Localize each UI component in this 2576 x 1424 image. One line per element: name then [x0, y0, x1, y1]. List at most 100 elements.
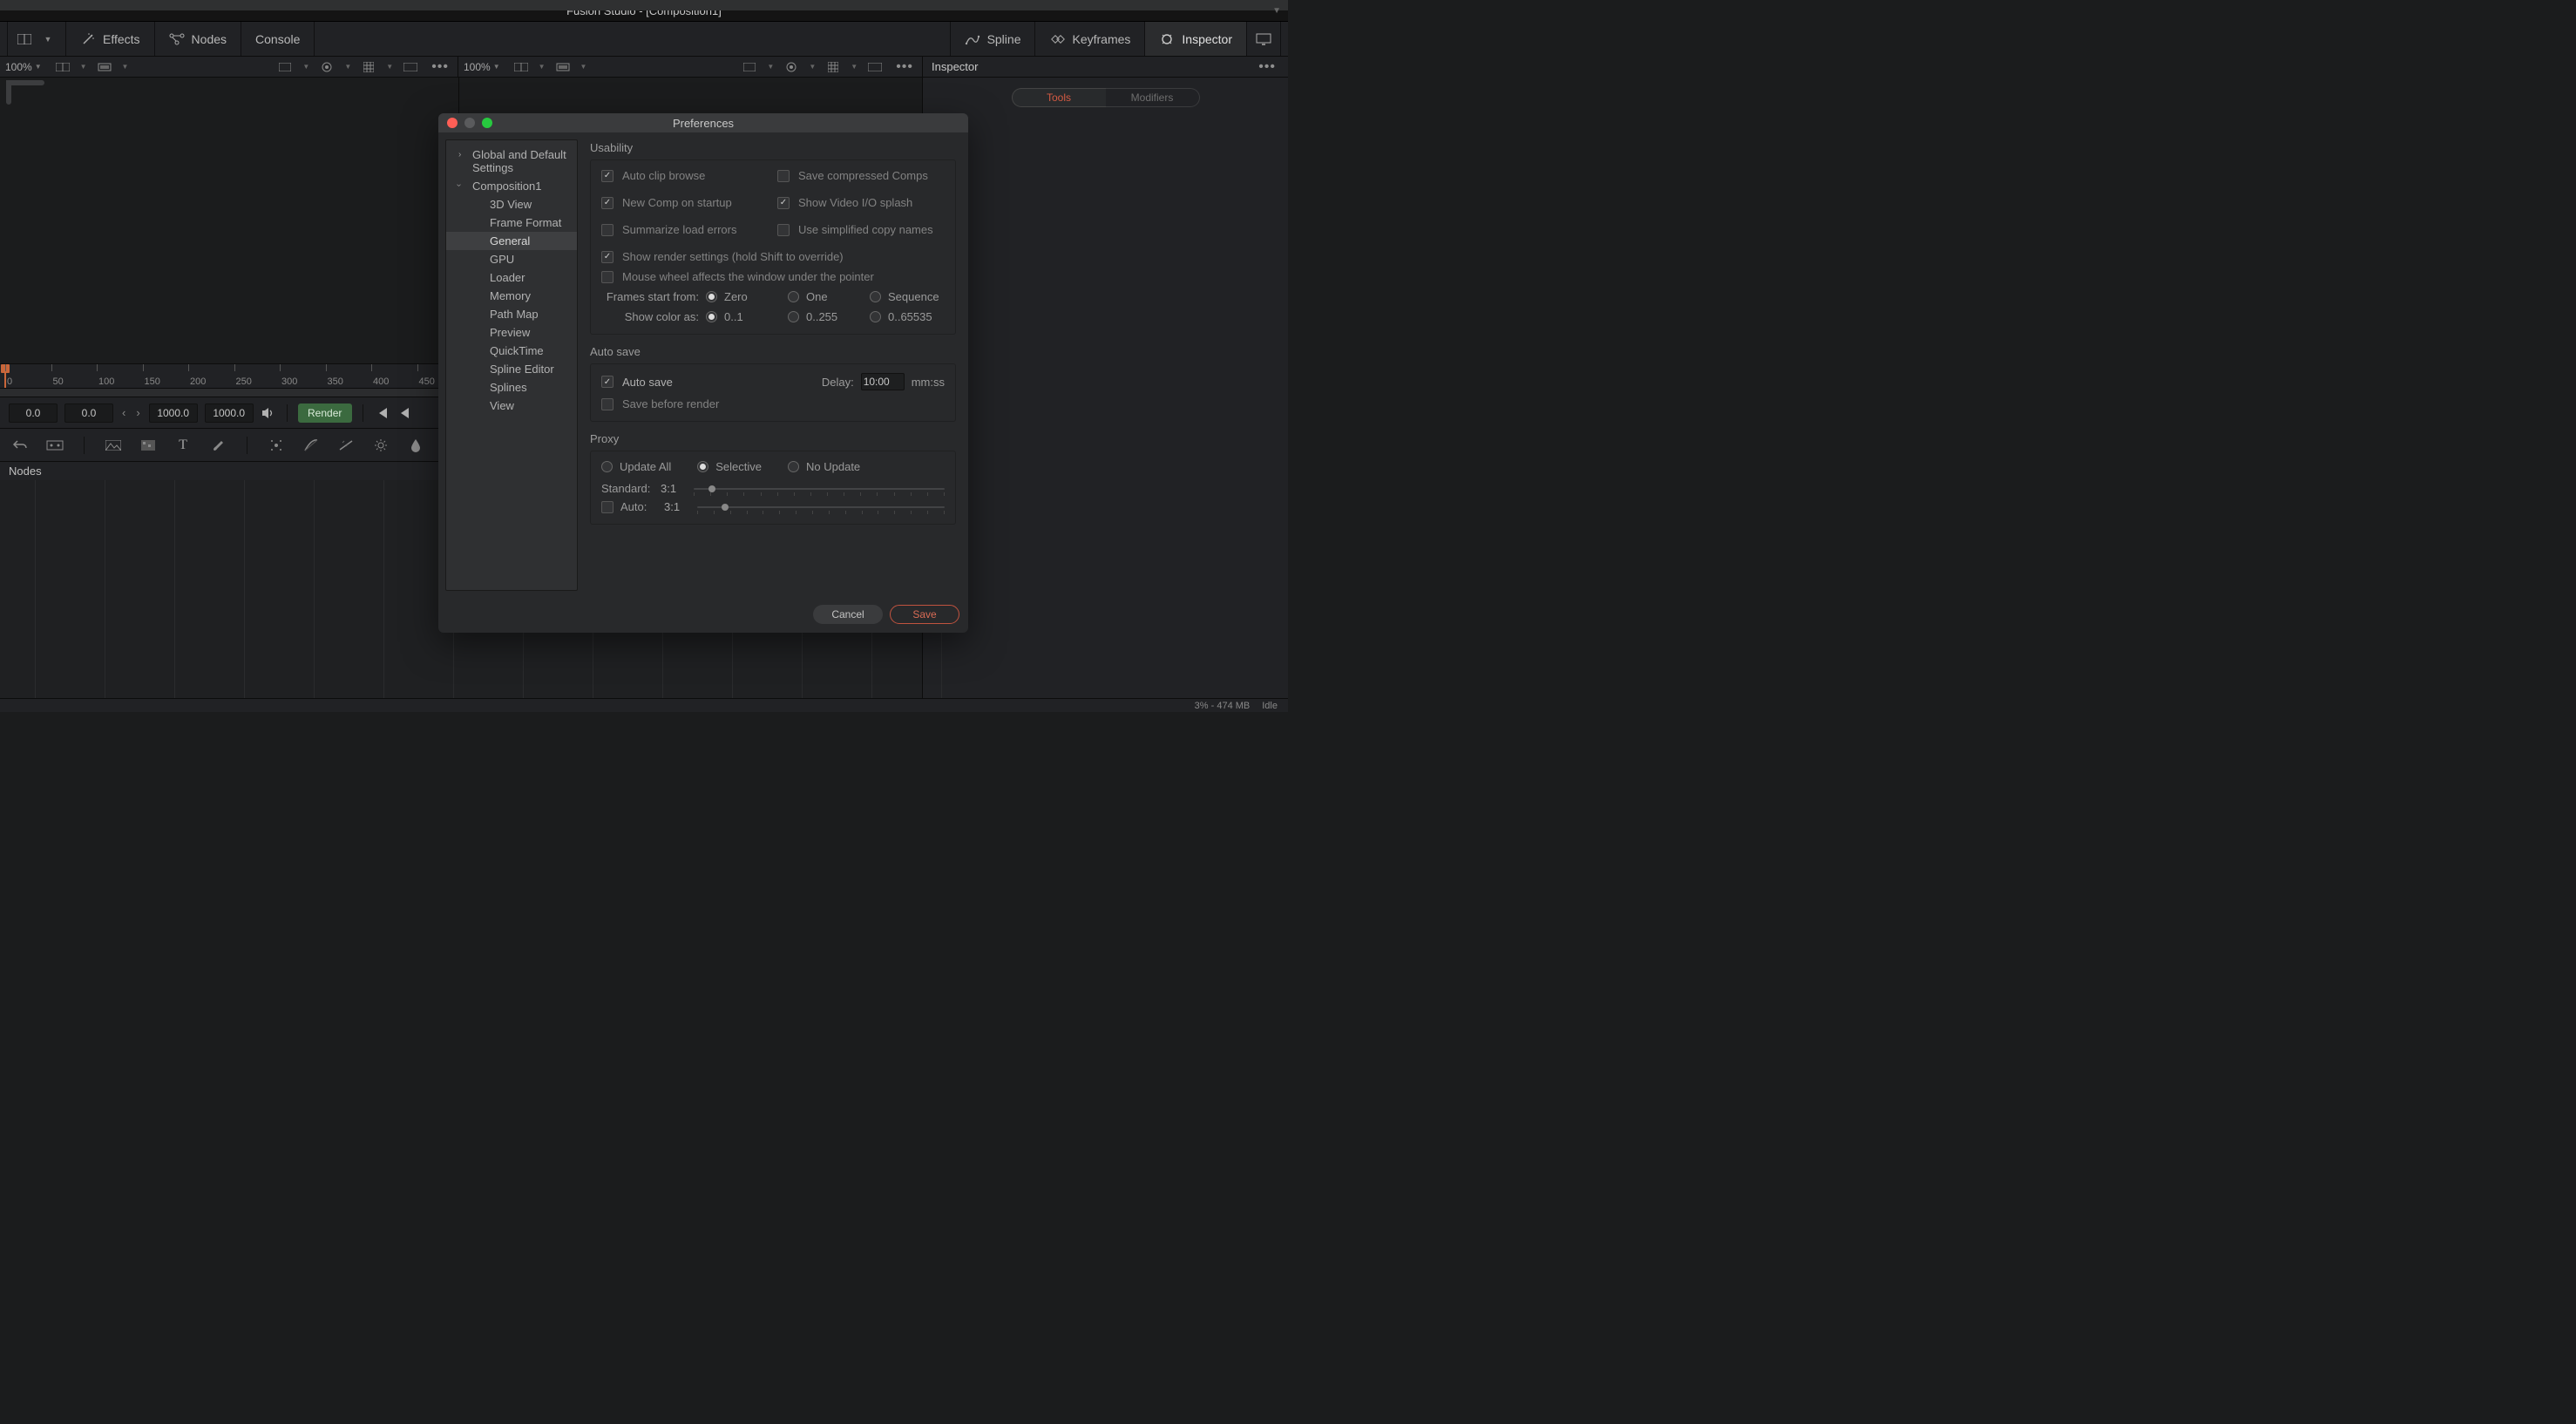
- chk-save-before-render[interactable]: [601, 398, 613, 410]
- go-to-start-icon[interactable]: [374, 405, 390, 421]
- radio-c1[interactable]: [788, 311, 799, 322]
- radio-one[interactable]: [788, 291, 799, 302]
- chevron-down-icon[interactable]: ▼: [851, 63, 858, 71]
- chevron-down-icon[interactable]: ▼: [302, 63, 309, 71]
- next-key-icon[interactable]: ›: [134, 406, 141, 419]
- chevron-down-icon[interactable]: ▼: [344, 63, 351, 71]
- zoom-right[interactable]: 100%▼: [458, 61, 505, 73]
- more-icon[interactable]: •••: [892, 59, 917, 75]
- tree-item-spline-editor[interactable]: Spline Editor: [446, 360, 577, 378]
- chk-summarize[interactable]: [601, 224, 613, 236]
- modifiers-tab[interactable]: Modifiers: [1106, 88, 1200, 107]
- nodes-tab[interactable]: Nodes: [155, 22, 241, 56]
- tree-item-quicktime[interactable]: QuickTime: [446, 342, 577, 360]
- tree-item-memory[interactable]: Memory: [446, 287, 577, 305]
- chk-new-comp[interactable]: [601, 197, 613, 209]
- blur-icon[interactable]: [336, 436, 356, 455]
- overlay-icon[interactable]: [96, 60, 113, 74]
- chk-show-render[interactable]: [601, 251, 613, 263]
- text-icon[interactable]: T: [173, 436, 193, 455]
- channel-icon[interactable]: [741, 60, 758, 74]
- more-icon[interactable]: •••: [1255, 59, 1279, 75]
- grid-icon[interactable]: [360, 60, 377, 74]
- save-button[interactable]: Save: [890, 605, 959, 624]
- auto-slider[interactable]: [697, 506, 945, 508]
- field-current-out[interactable]: 1000.0: [149, 403, 198, 423]
- chk-auto-clip[interactable]: [601, 170, 613, 182]
- radio-selective[interactable]: [697, 461, 708, 472]
- drop-icon[interactable]: [406, 436, 425, 455]
- standard-slider[interactable]: [694, 488, 945, 490]
- field-start[interactable]: 0.0: [9, 403, 58, 423]
- chevron-down-icon[interactable]: ▼: [809, 63, 816, 71]
- background-icon[interactable]: [104, 436, 123, 455]
- tree-item-path-map[interactable]: Path Map: [446, 305, 577, 323]
- tree-item-view[interactable]: View: [446, 397, 577, 415]
- prev-key-icon[interactable]: ‹: [120, 406, 127, 419]
- tree-item-3d-view[interactable]: 3D View: [446, 195, 577, 214]
- split-horizontal-icon[interactable]: [54, 60, 71, 74]
- field-end[interactable]: 1000.0: [205, 403, 254, 423]
- radio-no-update[interactable]: [788, 461, 799, 472]
- radio-c0[interactable]: [706, 311, 717, 322]
- chevron-down-icon[interactable]: ▼: [539, 63, 546, 71]
- chk-show-splash[interactable]: [777, 197, 790, 209]
- render-button[interactable]: Render: [298, 403, 352, 423]
- keyframes-tab[interactable]: Keyframes: [1035, 22, 1145, 56]
- grid-icon[interactable]: [824, 60, 842, 74]
- radio-c2[interactable]: [870, 311, 881, 322]
- tree-global[interactable]: ›Global and Default Settings: [446, 146, 577, 177]
- zoom-left[interactable]: 100%▼: [0, 61, 47, 73]
- undo-icon[interactable]: [10, 436, 30, 455]
- fastnoise-icon[interactable]: [139, 436, 158, 455]
- media-in-icon[interactable]: [45, 436, 64, 455]
- split-horizontal-icon[interactable]: [512, 60, 530, 74]
- dialog-title: Preferences: [438, 117, 968, 130]
- chevron-down-icon[interactable]: ▼: [80, 63, 87, 71]
- frame-icon[interactable]: [866, 60, 884, 74]
- field-current-in[interactable]: 0.0: [64, 403, 113, 423]
- chk-mouse-wheel[interactable]: [601, 271, 613, 283]
- chevron-down-icon[interactable]: ▼: [580, 63, 587, 71]
- tree-item-splines[interactable]: Splines: [446, 378, 577, 397]
- more-icon[interactable]: •••: [428, 59, 452, 75]
- chevron-down-icon[interactable]: ▼: [1272, 6, 1281, 16]
- chk-simplified[interactable]: [777, 224, 790, 236]
- tree-item-gpu[interactable]: GPU: [446, 250, 577, 268]
- effects-tab[interactable]: Effects: [66, 22, 155, 56]
- chk-save-compressed[interactable]: [777, 170, 790, 182]
- tools-tab[interactable]: Tools: [1012, 88, 1106, 107]
- panel-dropdown[interactable]: ▼: [7, 22, 66, 56]
- cancel-button[interactable]: Cancel: [813, 605, 883, 624]
- chevron-down-icon[interactable]: ▼: [122, 63, 129, 71]
- console-tab[interactable]: Console: [241, 22, 315, 56]
- chevron-down-icon[interactable]: ▼: [767, 63, 774, 71]
- chevron-down-icon[interactable]: ▼: [386, 63, 393, 71]
- radio-update-all[interactable]: [601, 461, 613, 472]
- inspector-tab[interactable]: Inspector: [1145, 22, 1247, 56]
- tree-comp[interactable]: ›Composition1: [446, 177, 577, 195]
- frame-icon[interactable]: [402, 60, 419, 74]
- chk-auto-proxy[interactable]: [601, 501, 613, 513]
- radio-seq[interactable]: [870, 291, 881, 302]
- secondary-monitor-button[interactable]: [1247, 22, 1281, 56]
- chk-autosave[interactable]: [601, 376, 613, 388]
- lut-icon[interactable]: [318, 60, 336, 74]
- lut-icon[interactable]: [783, 60, 800, 74]
- spline-tab[interactable]: Spline: [950, 22, 1036, 56]
- tree-item-loader[interactable]: Loader: [446, 268, 577, 287]
- overlay-icon[interactable]: [554, 60, 572, 74]
- channel-icon[interactable]: [276, 60, 294, 74]
- tree-item-general[interactable]: General: [446, 232, 577, 250]
- radio-zero[interactable]: [706, 291, 717, 302]
- tracker-icon[interactable]: [267, 436, 286, 455]
- speaker-icon[interactable]: [261, 405, 276, 421]
- tree-item-frame-format[interactable]: Frame Format: [446, 214, 577, 232]
- brightness-icon[interactable]: [371, 436, 390, 455]
- tree-item-preview[interactable]: Preview: [446, 323, 577, 342]
- step-back-icon[interactable]: [397, 405, 412, 421]
- color-curves-icon[interactable]: [302, 436, 321, 455]
- dialog-titlebar[interactable]: Preferences: [438, 113, 968, 132]
- delay-input[interactable]: [861, 373, 905, 390]
- paint-icon[interactable]: [208, 436, 227, 455]
